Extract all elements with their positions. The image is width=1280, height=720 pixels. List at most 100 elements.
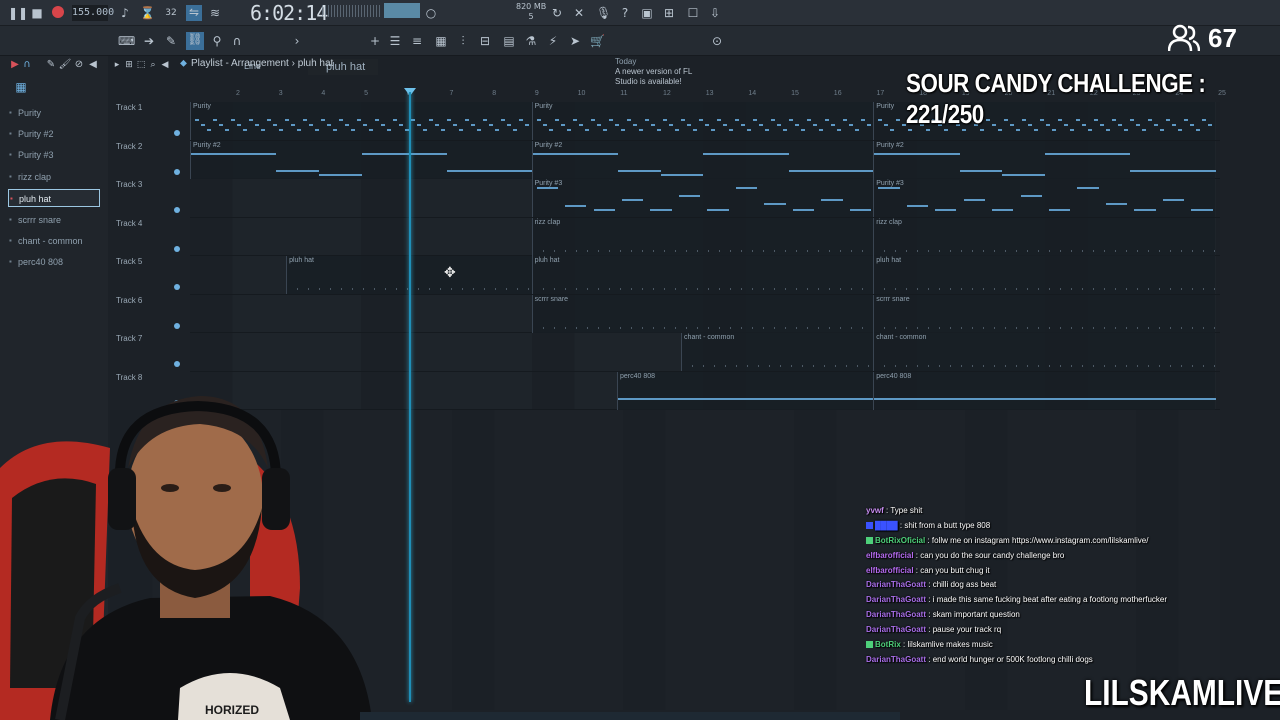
news-panel[interactable]: Today A newer version of FL Studio is av… <box>615 57 710 87</box>
pattern-clip[interactable]: chant - common <box>681 333 874 371</box>
note-mark <box>878 119 883 122</box>
browser-item[interactable]: perc40 808 <box>8 253 100 271</box>
track-activity-icon[interactable] <box>174 168 180 175</box>
chat-username[interactable]: elfbarofficial <box>866 551 914 560</box>
track-activity-icon[interactable] <box>174 130 180 136</box>
plugin-db-icon[interactable]: ▤ <box>502 34 516 48</box>
store-icon[interactable]: 🛒 <box>590 34 605 48</box>
chat-username[interactable]: BotRix <box>875 640 901 649</box>
countdown-icon[interactable]: 32 <box>164 6 178 20</box>
playlist-icon[interactable]: ☰ <box>388 34 402 48</box>
project-icon[interactable]: ⚡ <box>546 34 560 48</box>
browser-item-selected[interactable]: pluh hat <box>8 189 100 208</box>
pattern-clip[interactable]: Purity <box>531 102 874 140</box>
channel-rack-icon[interactable]: ▦ <box>434 34 448 48</box>
online-icon[interactable]: ⊙ <box>710 34 724 48</box>
chat-username[interactable]: DarianThaGoatt <box>866 610 926 619</box>
pattern-clip[interactable]: chant - common <box>873 333 1216 371</box>
pattern-clip[interactable]: Purity <box>190 102 532 140</box>
track-activity-icon[interactable] <box>174 284 180 290</box>
pattern-clip[interactable]: perc40 808 <box>873 371 1216 410</box>
tempo-display[interactable]: 155.000 <box>72 5 114 21</box>
pattern-clip[interactable]: Purity #3 <box>873 179 1215 217</box>
pattern-clip[interactable]: pluh hat <box>531 256 874 294</box>
chat-username[interactable]: yvwf <box>866 506 884 515</box>
pattern-clip[interactable]: Purity #2 <box>531 140 875 179</box>
pattern-clip[interactable]: Purity #3 <box>531 179 874 217</box>
plugin-picker-icon[interactable]: ⚗ <box>524 34 538 48</box>
chat-username[interactable]: ████ <box>875 521 898 530</box>
browser-tree-icon[interactable]: ⊟ <box>478 34 492 48</box>
stamp-icon[interactable]: ⚲ <box>210 34 224 48</box>
download-icon[interactable]: ⇩ <box>708 6 722 20</box>
track-activity-icon[interactable] <box>174 322 180 329</box>
loop-record-icon[interactable]: ⇋ <box>186 5 202 21</box>
note-mark <box>297 288 299 290</box>
stop-icon[interactable]: ■ <box>30 6 44 20</box>
chat-message: BotRixOficial : follw me on instagram ht… <box>866 534 1226 549</box>
grid-icon[interactable]: ▦ <box>14 80 28 94</box>
browser-item[interactable]: rizz clap <box>8 168 100 186</box>
speaker-icon[interactable]: ◀ <box>158 58 172 72</box>
browser-item[interactable]: chant - common <box>8 232 100 250</box>
pattern-clip[interactable]: rizz clap <box>531 217 874 256</box>
pattern-clip[interactable]: perc40 808 <box>617 371 875 410</box>
playhead[interactable] <box>409 92 411 702</box>
piano-roll-icon[interactable]: ≡ <box>410 34 424 48</box>
pause-icon[interactable]: ❚❚ <box>8 6 28 20</box>
track-header[interactable]: Track 7 <box>116 334 142 343</box>
chat-username[interactable]: BotRixOficial <box>875 536 925 545</box>
pattern-clip[interactable]: scrrr snare <box>531 294 874 333</box>
track-activity-icon[interactable] <box>174 361 180 367</box>
pattern-clip[interactable]: Purity #2 <box>190 140 533 179</box>
mixer-icon[interactable]: ⊞ <box>662 6 676 20</box>
link-icon[interactable]: ⛓ <box>186 32 204 50</box>
pencil-icon[interactable]: ✎ <box>164 34 178 48</box>
browser-item[interactable]: scrrr snare <box>8 211 100 229</box>
pattern-clip[interactable]: Purity #2 <box>873 140 1216 179</box>
keyboard-icon[interactable]: ⌨ <box>118 34 135 48</box>
save-icon[interactable]: ▣ <box>640 6 654 20</box>
add-pattern-icon[interactable]: + <box>368 34 382 48</box>
record-button[interactable] <box>52 6 64 18</box>
browser-item[interactable]: Purity #3 <box>8 146 100 164</box>
send-icon[interactable]: ➤ <box>568 34 582 48</box>
master-pitch-icon[interactable]: ○ <box>424 6 438 20</box>
track-header[interactable]: Track 4 <box>116 219 142 228</box>
track-header[interactable]: Track 1 <box>116 103 142 112</box>
chat-username[interactable]: DarianThaGoatt <box>866 595 926 604</box>
mixer-faders-icon[interactable]: ⫶ <box>456 34 470 48</box>
chat-username[interactable]: DarianThaGoatt <box>866 580 926 589</box>
chevron-right-icon[interactable]: › <box>290 34 304 48</box>
browser-item[interactable]: Purity <box>8 104 100 122</box>
track-header[interactable]: Track 2 <box>116 142 142 151</box>
metronome-icon[interactable]: ♪ <box>118 6 132 20</box>
track-header[interactable]: Track 3 <box>116 180 142 189</box>
track-activity-icon[interactable] <box>174 207 180 213</box>
chat-username[interactable]: DarianThaGoatt <box>866 625 926 634</box>
track-header[interactable]: Track 5 <box>116 257 142 266</box>
wait-icon[interactable]: ⌛ <box>140 6 155 20</box>
chat-username[interactable]: elfbarofficial <box>866 566 914 575</box>
note-mark <box>983 365 985 367</box>
track-activity-icon[interactable] <box>174 245 180 252</box>
chat-icon[interactable]: ☐ <box>686 6 700 20</box>
arrow-icon[interactable]: ➔ <box>142 34 156 48</box>
track-header[interactable]: Track 8 <box>116 373 142 382</box>
chat-username[interactable]: DarianThaGoatt <box>866 655 926 664</box>
pattern-clip[interactable]: rizz clap <box>873 217 1216 256</box>
magnet-icon[interactable]: ∩ <box>230 34 244 48</box>
track-header[interactable]: Track 6 <box>116 296 142 305</box>
track-lanes[interactable]: Purity Purity Purity Purity #2 Purity #2 Puri… <box>190 102 1220 410</box>
chat-text: can you do the sour candy challenge bro <box>920 550 1065 560</box>
clip-label: pluh hat <box>289 257 314 264</box>
mic-icon[interactable]: 🎙 <box>596 6 611 20</box>
plugin-icon[interactable]: ✕ <box>572 6 586 20</box>
blend-icon[interactable]: ≋ <box>208 6 222 20</box>
refresh-icon[interactable]: ↻ <box>550 6 564 20</box>
browser-item[interactable]: Purity #2 <box>8 125 100 143</box>
help-icon[interactable]: ? <box>618 6 632 20</box>
pattern-clip[interactable]: scrrr snare <box>873 294 1216 333</box>
volume-meter[interactable] <box>384 3 420 18</box>
pattern-clip[interactable]: pluh hat <box>873 256 1216 294</box>
